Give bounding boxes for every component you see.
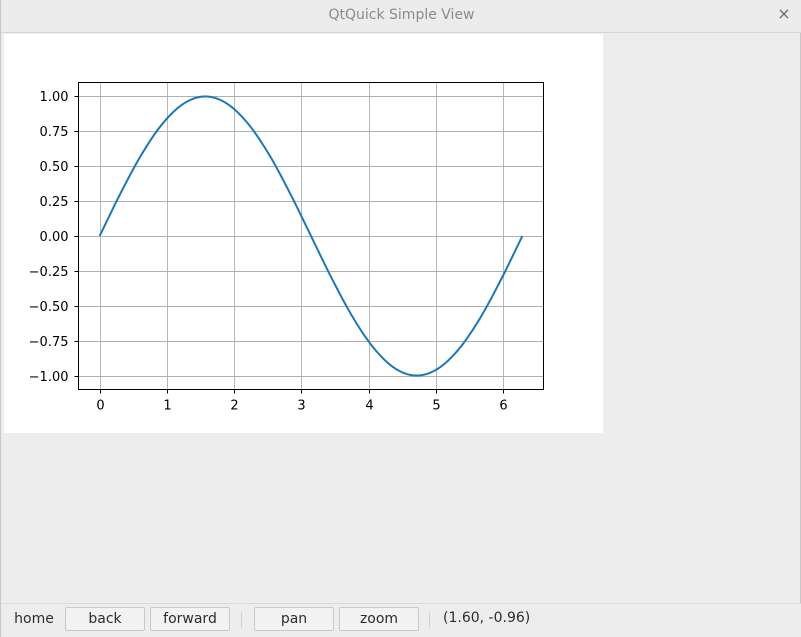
- title-bar: QtQuick Simple View ×: [1, 0, 801, 33]
- x-tick-label: 4: [365, 399, 373, 414]
- y-tick-label: −0.75: [29, 335, 69, 350]
- forward-button[interactable]: forward: [150, 607, 230, 631]
- series-line: [98, 95, 524, 377]
- y-tick-label: −0.25: [29, 265, 69, 280]
- x-tick-label: 3: [297, 399, 305, 414]
- y-tick-label: 0.00: [40, 230, 69, 245]
- line-chart: 0 1 2 3 4 5 6 1.00 0.75 0.50 0.25 0.00 −0.25 −0.50 −0.…: [29, 82, 544, 414]
- home-button[interactable]: home: [7, 607, 61, 631]
- toolbar-separator: [429, 612, 430, 628]
- pan-button[interactable]: pan: [254, 607, 334, 631]
- y-tick-label: 0.25: [40, 195, 69, 210]
- app-window: QtQuick Simple View × 0 1 2 3 4 5 6 1.00 0.75 0.5…: [0, 0, 801, 637]
- y-tick-label: 1.00: [40, 90, 69, 105]
- back-button[interactable]: back: [65, 607, 145, 631]
- cursor-coordinates: (1.60, -0.96): [443, 610, 531, 626]
- x-tick-label: 6: [499, 399, 507, 414]
- x-tick-label: 1: [163, 399, 171, 414]
- y-tick-label: 0.75: [40, 125, 69, 140]
- x-tick-label: 0: [96, 399, 104, 414]
- y-tick-label: 0.50: [40, 160, 69, 175]
- y-tick-label: −1.00: [29, 370, 69, 385]
- x-tick-label: 5: [432, 399, 440, 414]
- toolbar-separator: [241, 612, 242, 628]
- zoom-button[interactable]: zoom: [339, 607, 419, 631]
- close-icon[interactable]: ×: [774, 4, 794, 24]
- x-tick-label: 2: [230, 399, 238, 414]
- plot-canvas[interactable]: 0 1 2 3 4 5 6 1.00 0.75 0.50 0.25 0.00 −0.25 −0.50 −0.…: [4, 34, 603, 433]
- window-title: QtQuick Simple View: [328, 7, 475, 23]
- y-tick-label: −0.50: [29, 300, 69, 315]
- navigation-toolbar: home back forward pan zoom (1.60, -0.96): [1, 603, 801, 637]
